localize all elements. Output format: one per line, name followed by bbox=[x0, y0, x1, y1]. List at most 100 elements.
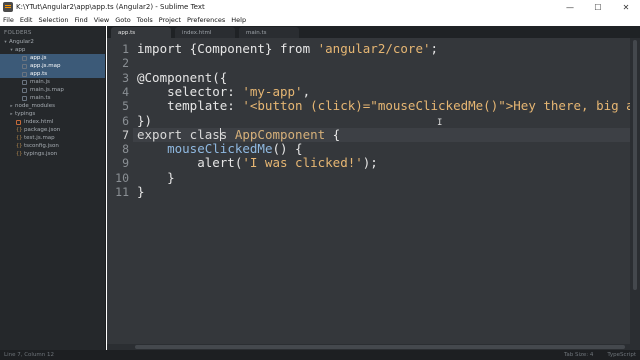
file-main-ts[interactable]: main.ts bbox=[0, 94, 105, 102]
json-file-icon: {} bbox=[16, 126, 23, 133]
file-typings-json[interactable]: {} typings.json bbox=[0, 150, 105, 158]
line-number: 1 bbox=[122, 42, 129, 56]
folder-node-modules[interactable]: ▸ node_modules bbox=[0, 102, 105, 110]
tab-bar: app.ts index.html main.ts bbox=[107, 26, 640, 38]
text-caret bbox=[220, 128, 222, 142]
line-number: 5 bbox=[122, 99, 129, 114]
line-number: 6 bbox=[122, 113, 129, 128]
code-token: } bbox=[137, 184, 145, 199]
file-index-html[interactable]: index.html bbox=[0, 118, 105, 126]
chevron-right-icon: ▸ bbox=[10, 103, 13, 109]
chevron-right-icon: ▸ bbox=[10, 111, 13, 117]
minimize-button[interactable]: — bbox=[556, 0, 584, 14]
line-number: 9 bbox=[122, 156, 129, 171]
file-label: typings.json bbox=[24, 151, 58, 157]
folders-header: FOLDERS bbox=[4, 30, 32, 36]
code-token: alert( bbox=[137, 155, 243, 171]
code-token: '<button (click)="mouseClickedMe()">Hey … bbox=[242, 98, 630, 114]
vertical-scrollbar[interactable] bbox=[630, 38, 640, 350]
ts-file-icon bbox=[22, 71, 27, 77]
code-token: import {Component} from bbox=[137, 41, 318, 56]
tab-size-indicator[interactable]: Tab Size: 4 bbox=[564, 352, 593, 358]
horizontal-scroll-thumb[interactable] bbox=[135, 345, 625, 349]
file-main-js-map[interactable]: main.js.map bbox=[0, 86, 105, 94]
code-line: }) bbox=[137, 112, 153, 128]
menu-bar: File Edit Selection Find View Goto Tools… bbox=[0, 14, 640, 26]
js-file-icon bbox=[22, 79, 27, 85]
folder-typings[interactable]: ▸ typings bbox=[0, 110, 105, 118]
folder-angular2[interactable]: ▾ Angular2 bbox=[0, 38, 105, 46]
code-token: AppComponent bbox=[234, 126, 326, 142]
json-file-icon: {} bbox=[16, 134, 23, 141]
html-file-icon bbox=[16, 119, 21, 125]
code-line: @Component({ bbox=[137, 69, 228, 85]
code-line: } bbox=[137, 169, 175, 185]
file-label: main.js bbox=[30, 79, 50, 85]
close-button[interactable]: ✕ bbox=[612, 0, 640, 14]
code-editor[interactable]: 1 2 3 4 5 6 7 8 9 10 11 import {Component} from 'a… bbox=[107, 38, 630, 350]
window-title: K:\YTut\Angular2\app\app.ts (Angular2) -… bbox=[16, 3, 205, 11]
menu-project[interactable]: Project bbox=[159, 16, 181, 24]
js-file-icon bbox=[22, 63, 27, 69]
menu-help[interactable]: Help bbox=[231, 16, 246, 24]
file-app-js-map[interactable]: app.js.map bbox=[0, 62, 105, 70]
status-right: Tab Size: 4 TypeScript bbox=[550, 350, 636, 360]
tab-app-ts[interactable]: app.ts bbox=[111, 27, 171, 38]
file-app-js[interactable]: app.js bbox=[0, 54, 105, 62]
code-token: ); bbox=[362, 155, 378, 171]
line-number: 11 bbox=[115, 185, 129, 199]
sidebar: FOLDERS ▾ Angular2 ▾ app app.js app.js.m… bbox=[0, 26, 106, 350]
code-token: template: bbox=[137, 98, 243, 114]
code-line: export class AppComponent { bbox=[137, 126, 341, 142]
menu-tools[interactable]: Tools bbox=[137, 16, 153, 24]
code-token: } bbox=[137, 169, 175, 185]
folder-label: node_modules bbox=[15, 103, 55, 109]
window-controls: — ☐ ✕ bbox=[556, 0, 640, 14]
folder-label: app bbox=[15, 47, 26, 53]
chevron-down-icon: ▾ bbox=[4, 39, 7, 45]
file-tsconfig-json[interactable]: {} tsconfig.json bbox=[0, 142, 105, 150]
line-number: 2 bbox=[122, 56, 129, 71]
menu-goto[interactable]: Goto bbox=[115, 16, 131, 24]
code-token: { bbox=[325, 126, 341, 142]
folder-label: typings bbox=[15, 111, 36, 117]
menu-view[interactable]: View bbox=[94, 16, 109, 24]
sublime-text-icon bbox=[3, 2, 13, 12]
file-package-json[interactable]: {} package.json bbox=[0, 126, 105, 134]
file-label: app.js.map bbox=[30, 63, 61, 69]
code-line: mouseClickedMe() { bbox=[137, 141, 302, 156]
tab-index-html[interactable]: index.html bbox=[175, 27, 235, 38]
folder-app[interactable]: ▾ app bbox=[0, 46, 105, 54]
code-token: ; bbox=[430, 41, 439, 56]
code-token: }) bbox=[137, 112, 153, 128]
code-token: , bbox=[302, 83, 311, 99]
code-token: @Component({ bbox=[137, 69, 228, 85]
code-area[interactable]: import {Component} from 'angular2/core';… bbox=[137, 38, 630, 350]
menu-find[interactable]: Find bbox=[74, 16, 87, 24]
line-number: 3 bbox=[122, 70, 129, 85]
file-label: test.js.map bbox=[24, 135, 55, 141]
file-label: app.js bbox=[30, 55, 47, 61]
code-line: selector: 'my-app', bbox=[137, 83, 311, 99]
menu-edit[interactable]: Edit bbox=[20, 16, 33, 24]
vertical-scroll-thumb[interactable] bbox=[633, 40, 637, 290]
folder-label: Angular2 bbox=[9, 39, 34, 45]
menu-selection[interactable]: Selection bbox=[38, 16, 68, 24]
line-number: 8 bbox=[122, 142, 129, 157]
menu-preferences[interactable]: Preferences bbox=[187, 16, 225, 24]
js-file-icon bbox=[22, 87, 27, 93]
maximize-button[interactable]: ☐ bbox=[584, 0, 612, 14]
menu-file[interactable]: File bbox=[3, 16, 14, 24]
tab-main-ts[interactable]: main.ts bbox=[239, 27, 299, 38]
line-number: 10 bbox=[115, 170, 129, 185]
ts-file-icon bbox=[22, 95, 27, 101]
file-main-js[interactable]: main.js bbox=[0, 78, 105, 86]
file-label: package.json bbox=[24, 127, 61, 133]
code-line: import {Component} from 'angular2/core'; bbox=[137, 42, 438, 56]
file-label: index.html bbox=[24, 119, 54, 125]
file-app-ts[interactable]: app.ts bbox=[0, 70, 105, 78]
file-test-js-map[interactable]: {} test.js.map bbox=[0, 134, 105, 142]
code-token: 'I was clicked!' bbox=[242, 155, 363, 171]
syntax-indicator[interactable]: TypeScript bbox=[607, 352, 636, 358]
